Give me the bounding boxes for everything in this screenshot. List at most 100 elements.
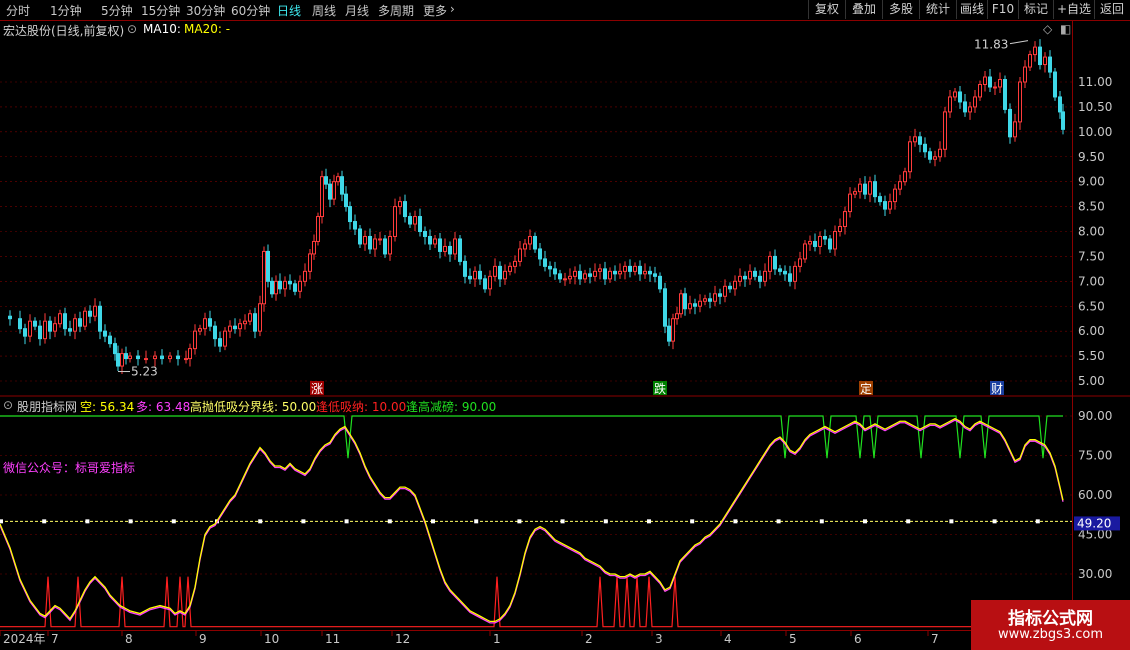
candle-body (58, 313, 62, 325)
candle-body (258, 303, 262, 332)
candle-body (328, 183, 332, 200)
candle-body (968, 106, 972, 113)
candle-body (63, 313, 67, 330)
back-button[interactable]: 返回 (1094, 0, 1129, 19)
candle-body (1008, 108, 1012, 138)
diamond-icon[interactable]: ◇ (1043, 22, 1052, 36)
add-watchlist-button[interactable]: +自选 (1053, 0, 1094, 19)
candle-body (548, 265, 552, 270)
period-tab-multi[interactable]: 多周期 (378, 2, 414, 19)
wechat-note: 微信公众号：标哥爱指标 (3, 461, 136, 475)
event-marker-label: 跌 (654, 381, 666, 396)
panel-toggle-icon[interactable]: ◧ (1060, 22, 1071, 36)
candle-body (983, 76, 987, 85)
period-tab-1min[interactable]: 1分钟 (50, 2, 82, 19)
candle-body (808, 240, 812, 245)
candle-body (93, 305, 97, 317)
candle-body (8, 315, 12, 320)
candle-body (538, 248, 542, 260)
period-tab-minute[interactable]: 分时 (6, 2, 30, 19)
candle-body (136, 355, 140, 360)
candle-body (293, 283, 297, 292)
candle-body (43, 320, 47, 340)
candle-body (693, 303, 697, 307)
title-dropdown-icon[interactable]: ⊙ (127, 22, 137, 36)
watermark-title: 指标公式网 (1008, 609, 1093, 629)
period-tab-monthly[interactable]: 月线 (345, 2, 369, 19)
stock-chart[interactable]: 11.00 10.50 10.00 9.50 9.00 8.50 8.00 7.50 7.00 6… (0, 0, 1130, 650)
mark-button[interactable]: 标记 (1018, 0, 1053, 19)
candle-body (18, 318, 22, 330)
candle-body (128, 355, 132, 360)
candle-body (838, 226, 842, 232)
candle-body (203, 318, 207, 330)
candle-body (583, 273, 587, 280)
candle-body (798, 258, 802, 267)
candle-body (488, 275, 492, 290)
candle-body (270, 280, 274, 295)
boundary-marker (344, 519, 349, 524)
duo-value: 多: 63.48 (136, 400, 191, 414)
candle-body (933, 156, 937, 160)
period-tab-15min[interactable]: 15分钟 (141, 2, 180, 19)
candle-body (193, 330, 197, 350)
multi-stock-button[interactable]: 多股 (882, 0, 919, 19)
event-marker-label: 定 (860, 381, 872, 396)
candle-body (278, 280, 282, 290)
candle-body (503, 270, 507, 280)
stock-title: 宏达股份(日线,前复权) (3, 24, 125, 38)
period-tab-more[interactable]: 更多 (423, 2, 447, 19)
candle-body (523, 243, 527, 250)
period-tab-60min[interactable]: 60分钟 (231, 2, 270, 19)
candle-body (963, 101, 967, 113)
time-tick-label: 6 (854, 632, 862, 646)
indicator-dropdown-icon[interactable]: ⊙ (3, 398, 13, 412)
more-chevron-icon[interactable]: › (450, 2, 455, 16)
candle-body (908, 141, 912, 173)
candle-body (843, 211, 847, 228)
price-tick-label: 9.50 (1078, 150, 1105, 164)
candle-body (573, 270, 577, 277)
time-tick-label: 2024年 (3, 632, 46, 646)
candle-body (153, 355, 157, 360)
candle-body (238, 323, 242, 330)
candle-body (943, 111, 947, 150)
draw-line-button[interactable]: 画线 (956, 0, 987, 19)
candle-body (283, 280, 287, 290)
period-tab-daily[interactable]: 日线 (277, 2, 301, 19)
candle-body (868, 181, 872, 195)
candle-body (266, 250, 270, 282)
period-tab-5min[interactable]: 5分钟 (101, 2, 133, 19)
event-marker-label: 涨 (311, 381, 323, 396)
candle-body (373, 238, 377, 250)
candle-body (88, 310, 92, 317)
candle-body (553, 268, 557, 275)
period-tab-weekly[interactable]: 周线 (312, 2, 336, 19)
candle-body (498, 265, 502, 280)
boundary-marker (819, 519, 824, 524)
candle-body (708, 298, 712, 302)
candle-body (753, 270, 757, 277)
candle-body (262, 250, 266, 305)
overlay-button[interactable]: 叠加 (845, 0, 882, 19)
price-tick-label: 6.50 (1078, 299, 1105, 313)
boundary-marker (647, 519, 651, 524)
candle-body (728, 285, 732, 290)
boundary-marker (85, 519, 90, 524)
candle-body (320, 176, 324, 218)
candle-body (723, 285, 727, 297)
candle-body (763, 270, 767, 282)
candle-body (758, 275, 762, 282)
candle-body (413, 216, 417, 225)
candle-body (113, 343, 117, 355)
candle-body (883, 201, 887, 210)
f10-button[interactable]: F10 (987, 0, 1018, 19)
candle-body (83, 310, 87, 327)
candle-body (613, 270, 617, 275)
boundary-marker (560, 519, 565, 524)
statistics-button[interactable]: 统计 (919, 0, 956, 19)
period-tab-30min[interactable]: 30分钟 (186, 2, 225, 19)
ma10-label: MA10: (143, 22, 181, 36)
restore-rights-button[interactable]: 复权 (808, 0, 845, 19)
boundary-marker (258, 519, 263, 524)
